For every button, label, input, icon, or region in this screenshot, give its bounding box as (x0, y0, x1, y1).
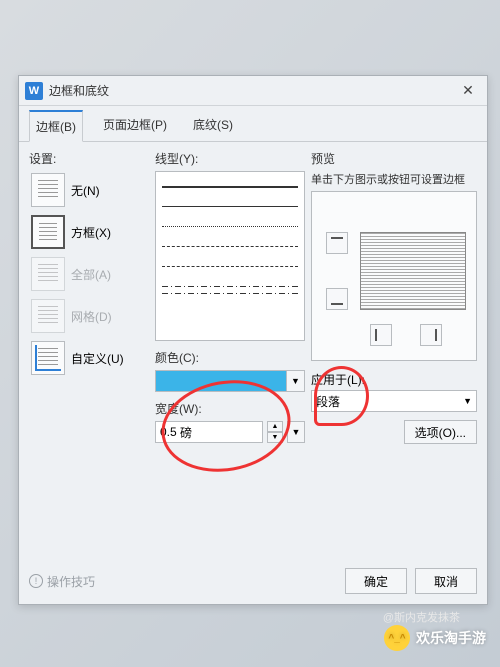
setting-box[interactable]: 方框(X) (29, 213, 149, 251)
preview-box (311, 191, 477, 361)
color-swatch-icon (156, 371, 286, 391)
preview-label: 预览 (311, 150, 477, 167)
tab-page-border[interactable]: 页面边框(P) (97, 110, 173, 141)
border-grid-icon (31, 299, 65, 333)
apply-value: 段落 (316, 393, 340, 410)
chevron-down-icon: ▼ (286, 371, 304, 391)
apply-label: 应用于(L): (311, 371, 477, 388)
dialog-title: 边框和底纹 (49, 82, 455, 99)
settings-label: 设置: (29, 150, 149, 167)
apply-select[interactable]: 段落 ▼ (311, 390, 477, 412)
preview-column: 预览 单击下方图示或按钮可设置边框 应用于(L): 段落 ▼ 选项(O)... (311, 150, 477, 444)
dialog-footer: ! 操作技巧 确定 取消 (29, 568, 477, 594)
preview-bottom-border-button[interactable] (326, 288, 348, 310)
attribution-text: @斯内克发抹茶 (383, 609, 460, 625)
cancel-button[interactable]: 取消 (415, 568, 477, 594)
setting-custom-label: 自定义(U) (71, 350, 124, 367)
linestyle-item[interactable] (162, 246, 298, 260)
tips-label: 操作技巧 (47, 573, 95, 590)
linestyle-item[interactable] (162, 286, 298, 287)
setting-none[interactable]: 无(N) (29, 171, 149, 209)
watermark-text: 欢乐淘手游 (416, 628, 486, 648)
preview-left-border-button[interactable] (370, 324, 392, 346)
preview-right-border-button[interactable] (420, 324, 442, 346)
ok-button[interactable]: 确定 (345, 568, 407, 594)
help-icon: ! (29, 574, 43, 588)
setting-custom[interactable]: 自定义(U) (29, 339, 149, 377)
linestyle-item[interactable] (162, 293, 298, 294)
border-none-icon (31, 173, 65, 207)
close-icon[interactable]: ✕ (455, 80, 481, 102)
borders-shading-dialog: W 边框和底纹 ✕ 边框(B) 页面边框(P) 底纹(S) 设置: 无(N) 方… (18, 75, 488, 605)
setting-box-label: 方框(X) (71, 224, 111, 241)
width-label: 宽度(W): (155, 400, 305, 417)
border-box-icon (31, 215, 65, 249)
preview-top-border-button[interactable] (326, 232, 348, 254)
setting-grid-label: 网格(D) (71, 308, 112, 325)
width-dropdown-icon[interactable]: ▼ (287, 421, 305, 443)
chevron-down-icon: ▼ (463, 396, 472, 406)
watermark-logo-icon (384, 625, 410, 651)
color-picker[interactable]: ▼ (155, 370, 305, 392)
setting-all[interactable]: 全部(A) (29, 255, 149, 293)
spin-down-icon[interactable]: ▼ (267, 432, 283, 443)
border-custom-icon (31, 341, 65, 375)
watermark: 欢乐淘手游 (384, 625, 486, 651)
tab-bar: 边框(B) 页面边框(P) 底纹(S) (19, 106, 487, 142)
preview-desc: 单击下方图示或按钮可设置边框 (311, 171, 477, 187)
spin-up-icon[interactable]: ▲ (267, 421, 283, 432)
apply-row: 应用于(L): 段落 ▼ 选项(O)... (311, 371, 477, 412)
width-spinner: ▲ ▼ (267, 421, 283, 443)
linestyle-item[interactable] (162, 186, 298, 200)
linestyle-label: 线型(Y): (155, 150, 305, 167)
settings-column: 设置: 无(N) 方框(X) 全部(A) 网格(D) 自定义(U) (29, 150, 149, 444)
width-value: 0.5 (160, 425, 177, 439)
setting-all-label: 全部(A) (71, 266, 111, 283)
setting-grid[interactable]: 网格(D) (29, 297, 149, 335)
border-all-icon (31, 257, 65, 291)
linestyle-item[interactable] (162, 206, 298, 220)
width-input[interactable]: 0.5 磅 (155, 421, 263, 443)
width-unit: 磅 (180, 424, 192, 441)
tips-link[interactable]: ! 操作技巧 (29, 573, 337, 590)
setting-none-label: 无(N) (71, 182, 100, 199)
linestyle-item[interactable] (162, 266, 298, 280)
preview-content[interactable] (360, 232, 466, 310)
linestyle-list[interactable] (155, 171, 305, 341)
titlebar: W 边框和底纹 ✕ (19, 76, 487, 106)
app-icon: W (25, 82, 43, 100)
linestyle-column: 线型(Y): 颜色(C): ▼ 宽度(W): 0.5 磅 (155, 150, 305, 444)
tab-border[interactable]: 边框(B) (29, 110, 83, 142)
tab-shading[interactable]: 底纹(S) (187, 110, 239, 141)
options-button[interactable]: 选项(O)... (404, 420, 477, 444)
dialog-content: 设置: 无(N) 方框(X) 全部(A) 网格(D) 自定义(U) (19, 142, 487, 452)
linestyle-item[interactable] (162, 226, 298, 240)
color-label: 颜色(C): (155, 349, 305, 366)
